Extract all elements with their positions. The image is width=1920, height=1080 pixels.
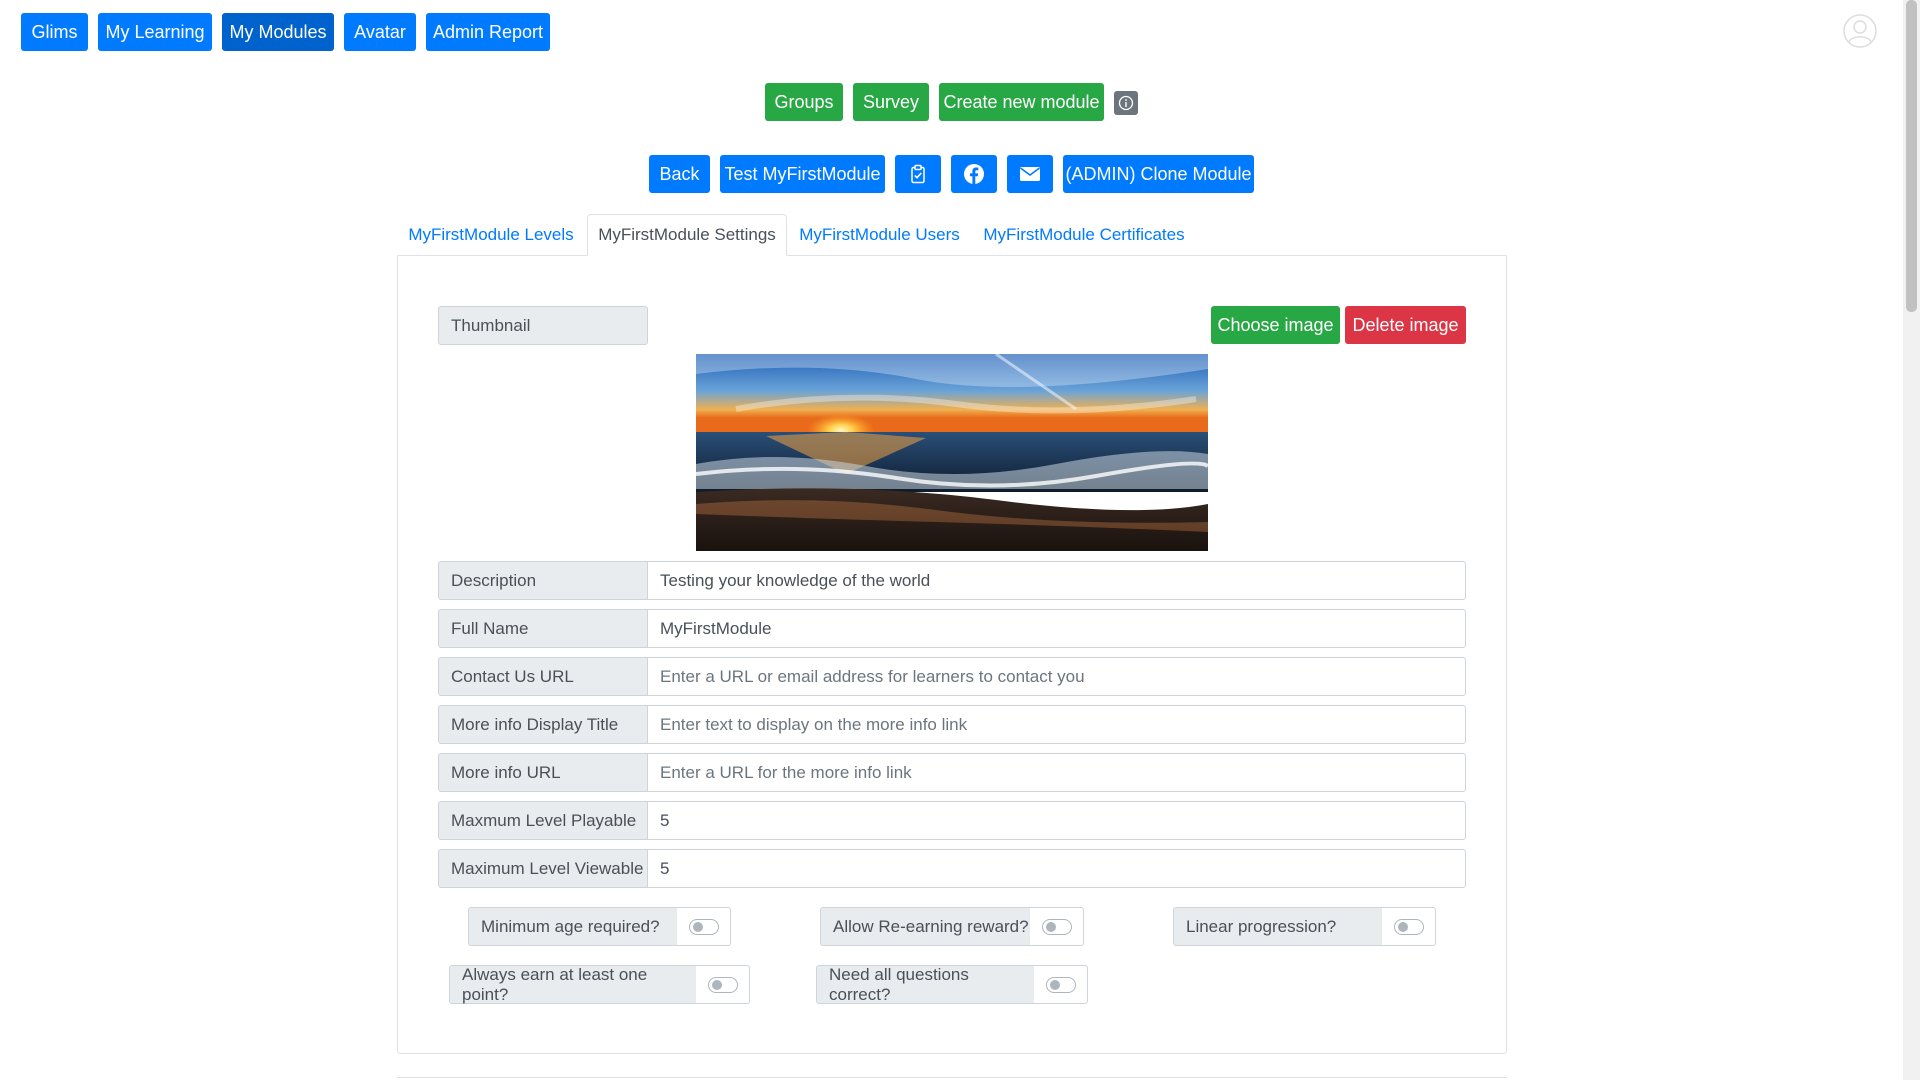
clipboard-check-icon[interactable] — [895, 155, 941, 193]
allow-reearning-toggle-group: Allow Re-earning reward? — [820, 907, 1084, 946]
more-info-url-row: More info URL Enter a URL for the more i… — [438, 753, 1466, 792]
allow-reearning-label: Allow Re-earning reward? — [820, 907, 1031, 946]
thumbnail-image — [696, 354, 1208, 551]
contact-url-row: Contact Us URL Enter a URL or email addr… — [438, 657, 1466, 696]
tab-settings[interactable]: MyFirstModule Settings — [587, 214, 787, 256]
always-earn-toggle[interactable] — [696, 965, 750, 1004]
user-avatar-icon[interactable] — [1843, 14, 1877, 48]
minimum-age-label: Minimum age required? — [468, 907, 678, 946]
max-level-viewable-field[interactable]: 5 — [647, 849, 1466, 888]
minimum-age-toggle-group: Minimum age required? — [468, 907, 731, 946]
nav-my-learning-button[interactable]: My Learning — [98, 13, 212, 51]
description-field[interactable]: Testing your knowledge of the world — [647, 561, 1466, 600]
nav-my-modules-button[interactable]: My Modules — [222, 13, 334, 51]
nav-avatar-button[interactable]: Avatar — [344, 13, 416, 51]
linear-progression-toggle[interactable] — [1382, 907, 1436, 946]
tab-certificates[interactable]: MyFirstModule Certificates — [976, 214, 1192, 256]
more-info-title-label: More info Display Title — [438, 705, 648, 744]
choose-image-button[interactable]: Choose image — [1211, 306, 1340, 344]
always-earn-toggle-group: Always earn at least one point? — [449, 965, 750, 1004]
scrollbar-thumb[interactable] — [1906, 0, 1917, 312]
allow-reearning-toggle[interactable] — [1030, 907, 1084, 946]
linear-progression-toggle-group: Linear progression? — [1173, 907, 1436, 946]
max-level-viewable-row: Maximum Level Viewable 5 — [438, 849, 1466, 888]
max-level-playable-row: Maxmum Level Playable 5 — [438, 801, 1466, 840]
need-all-correct-toggle-group: Need all questions correct? — [816, 965, 1088, 1004]
need-all-correct-label: Need all questions correct? — [816, 965, 1035, 1004]
linear-progression-label: Linear progression? — [1173, 907, 1383, 946]
full-name-label: Full Name — [438, 609, 648, 648]
always-earn-label: Always earn at least one point? — [449, 965, 697, 1004]
groups-button[interactable]: Groups — [765, 83, 843, 121]
facebook-icon[interactable] — [951, 155, 997, 193]
nav-admin-report-button[interactable]: Admin Report — [426, 13, 550, 51]
info-icon[interactable] — [1114, 91, 1138, 115]
more-info-url-label: More info URL — [438, 753, 648, 792]
contact-url-label: Contact Us URL — [438, 657, 648, 696]
envelope-icon[interactable] — [1007, 155, 1053, 193]
nav-glims-button[interactable]: Glims — [21, 13, 88, 51]
tab-levels[interactable]: MyFirstModule Levels — [397, 214, 585, 256]
tab-users[interactable]: MyFirstModule Users — [791, 214, 968, 256]
max-level-viewable-label: Maximum Level Viewable — [438, 849, 648, 888]
delete-image-button[interactable]: Delete image — [1345, 306, 1466, 344]
need-all-correct-toggle[interactable] — [1034, 965, 1088, 1004]
back-button[interactable]: Back — [649, 155, 710, 193]
max-level-playable-label: Maxmum Level Playable — [438, 801, 648, 840]
description-label: Description — [438, 561, 648, 600]
max-level-playable-field[interactable]: 5 — [647, 801, 1466, 840]
more-info-title-row: More info Display Title Enter text to di… — [438, 705, 1466, 744]
contact-url-field[interactable]: Enter a URL or email address for learner… — [647, 657, 1466, 696]
full-name-row: Full Name MyFirstModule — [438, 609, 1466, 648]
thumbnail-label: Thumbnail — [438, 306, 648, 345]
more-info-title-field[interactable]: Enter text to display on the more info l… — [647, 705, 1466, 744]
test-module-button[interactable]: Test MyFirstModule — [720, 155, 885, 193]
description-row: Description Testing your knowledge of th… — [438, 561, 1466, 600]
survey-button[interactable]: Survey — [853, 83, 929, 121]
full-name-field[interactable]: MyFirstModule — [647, 609, 1466, 648]
create-new-module-button[interactable]: Create new module — [939, 83, 1104, 121]
clone-module-button[interactable]: (ADMIN) Clone Module — [1063, 155, 1254, 193]
minimum-age-toggle[interactable] — [677, 907, 731, 946]
more-info-url-field[interactable]: Enter a URL for the more info link — [647, 753, 1466, 792]
section-divider — [397, 1077, 1507, 1078]
